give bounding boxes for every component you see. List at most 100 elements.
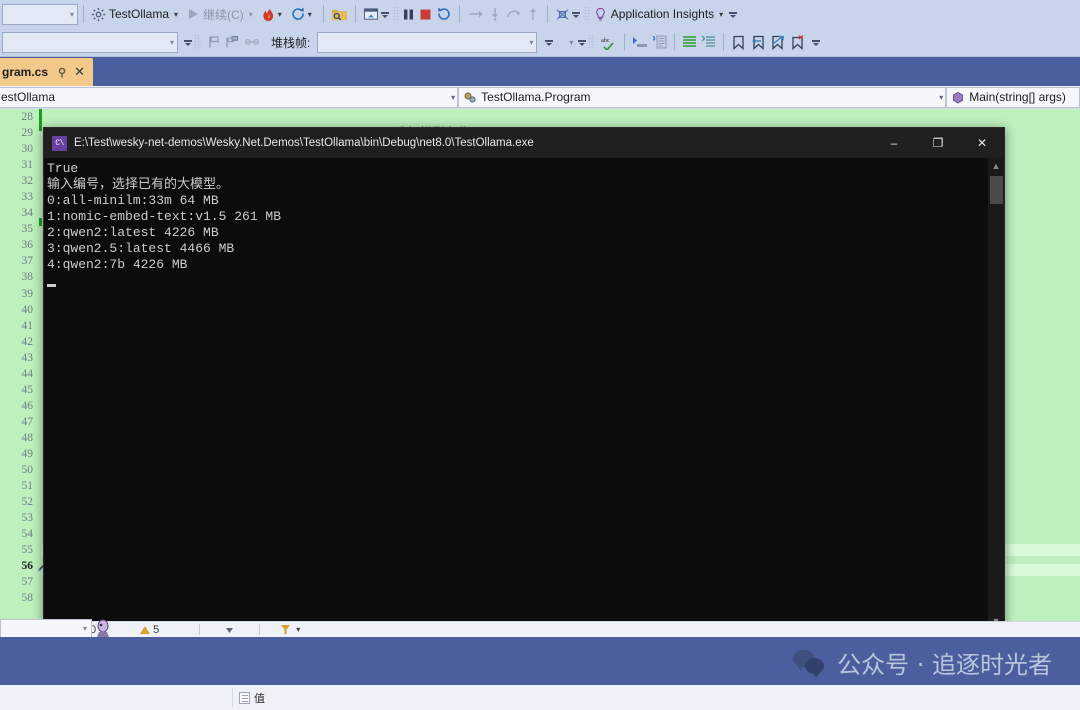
step-into-button[interactable] [486,3,504,25]
clear-bookmarks-button[interactable] [788,31,808,53]
debug-toolbar-row-1: ▾ TestOllama ▾ 继续(C) ▾ ▾ [0,0,1080,28]
navbar-project-combo[interactable]: estOllama ▾ [0,87,458,108]
toggle-bookmark-button[interactable] [729,31,748,53]
next-bookmark-button[interactable] [768,31,788,53]
console-cs-icon: C\ [52,136,67,151]
window-layout-icon [363,7,379,22]
toolbar-overflow-icon[interactable] [578,38,587,47]
line-number: 32 [0,173,38,189]
close-button[interactable]: ✕ [960,128,1004,158]
line-number: 37 [0,253,38,269]
uncomment-selection-button[interactable] [650,31,669,53]
console-line: 1:nomic-embed-text:v1.5 261 MB [47,209,1004,225]
chevron-down-icon[interactable]: ▾ [249,10,253,19]
process-combo[interactable]: ▾ [2,32,178,53]
link-icon [244,36,260,48]
console-line: 输入编号，选择已有的大模型。 [47,177,1004,193]
toolbar-overflow-icon[interactable] [184,38,193,47]
continue-button[interactable]: 继续(C) ▾ [184,3,259,25]
minimize-button[interactable]: – [872,128,916,158]
stop-icon [419,8,432,21]
indent-icon [682,35,697,49]
build-filter[interactable]: ▾ [274,624,310,635]
start-project-button[interactable]: TestOllama ▾ [89,3,184,25]
break-all-button[interactable] [400,3,417,25]
lightbulb-icon [593,7,608,22]
show-next-statement-button[interactable] [329,3,350,25]
restart-button[interactable]: ▾ [288,3,318,25]
application-insights-button[interactable]: Application Insights ▾ [591,3,740,25]
navbar-member-combo[interactable]: Main(string[] args) [946,87,1080,108]
pin-icon[interactable]: ⚲ [58,66,66,79]
toolbar-drag-handle[interactable] [194,34,201,50]
toolbar-overflow-icon[interactable] [545,38,554,47]
warning-count-filter[interactable]: 5 [134,624,165,636]
toolbar-drag-handle[interactable] [588,34,595,50]
restart-debugging-button[interactable] [434,3,454,25]
comment-selection-button[interactable] [630,31,650,53]
message-filter[interactable] [218,624,241,635]
previous-bookmark-button[interactable] [748,31,768,53]
method-icon [951,91,965,104]
tab-program-cs[interactable]: gram.cs ⚲ ✕ [0,58,93,86]
scrollbar-thumb[interactable] [990,176,1003,204]
chevron-down-icon[interactable]: ▾ [308,10,312,19]
column-value-header[interactable]: 值 [232,688,1080,707]
toolbar-overflow-icon[interactable] [812,38,821,47]
line-number: 38 [0,269,38,285]
toolbar-overflow-icon[interactable] [572,10,581,19]
line-number: 55 [0,542,38,558]
thread-icon [555,7,570,22]
toolbar-overflow-icon[interactable] [729,10,738,19]
uncomment-icon [652,35,667,49]
list-icon [239,692,250,704]
navbar-type-combo[interactable]: TestOllama.Program ▾ [458,87,946,108]
line-number: 35 [0,221,38,237]
toolbar-overflow-icon[interactable] [381,10,390,19]
scroll-up-icon[interactable]: ▲ [992,158,1001,174]
error-list-scope-combo[interactable]: ▾ [0,619,92,638]
console-title-bar[interactable]: C\ E:\Test\wesky-net-demos\Wesky.Net.Dem… [44,128,1004,158]
info-icon [224,624,235,635]
flag-thread-button[interactable] [205,31,223,53]
line-number: 36 [0,237,38,253]
vs-window: ▾ TestOllama ▾ 继续(C) ▾ ▾ [0,0,1080,710]
maximize-button[interactable]: ❐ [916,128,960,158]
console-title-text: E:\Test\wesky-net-demos\Wesky.Net.Demos\… [74,137,534,149]
step-out-button[interactable] [504,3,524,25]
console-output[interactable]: True输入编号，选择已有的大模型。0:all-minilm:33m 64 MB… [44,158,1004,629]
stackframe-combo[interactable]: ▾ [317,32,537,53]
step-up-button[interactable] [524,3,542,25]
secondary-combo[interactable]: ▾ [560,32,576,53]
toolbar-drag-handle[interactable] [393,6,400,22]
step-over-button[interactable] [465,3,486,25]
line-number: 48 [0,430,38,446]
config-combo[interactable]: ▾ [2,4,78,25]
increase-indent-button[interactable] [680,31,699,53]
console-line: 3:qwen2.5:latest 4466 MB [47,241,1004,257]
step-over-icon [467,7,484,21]
chevron-down-icon: ▾ [70,10,74,19]
chevron-down-icon[interactable]: ▾ [296,625,300,634]
column-blank[interactable] [0,688,232,707]
show-threads-button[interactable] [242,31,262,53]
console-window[interactable]: C\ E:\Test\wesky-net-demos\Wesky.Net.Dem… [43,127,1005,630]
pause-icon [402,8,415,21]
hot-reload-button[interactable]: ▾ [259,3,288,25]
threads-button[interactable] [553,3,583,25]
stop-debugging-button[interactable] [417,3,434,25]
chevron-down-icon[interactable]: ▾ [719,10,723,19]
close-icon[interactable]: ✕ [74,64,85,80]
toolbar-drag-handle[interactable] [584,6,591,22]
window-layout-button[interactable] [361,3,392,25]
line-number: 33 [0,189,38,205]
decrease-indent-button[interactable] [699,31,718,53]
console-line: 4:qwen2:7b 4226 MB [47,257,1004,273]
console-scrollbar[interactable]: ▲ ▼ [988,158,1004,629]
chevron-down-icon[interactable]: ▾ [174,10,178,19]
spellcheck-button[interactable]: abc [599,31,619,53]
outdent-icon [701,35,716,49]
chevron-down-icon[interactable]: ▾ [278,10,282,19]
step-up-icon [526,7,540,21]
flag-all-threads-button[interactable] [223,31,242,53]
